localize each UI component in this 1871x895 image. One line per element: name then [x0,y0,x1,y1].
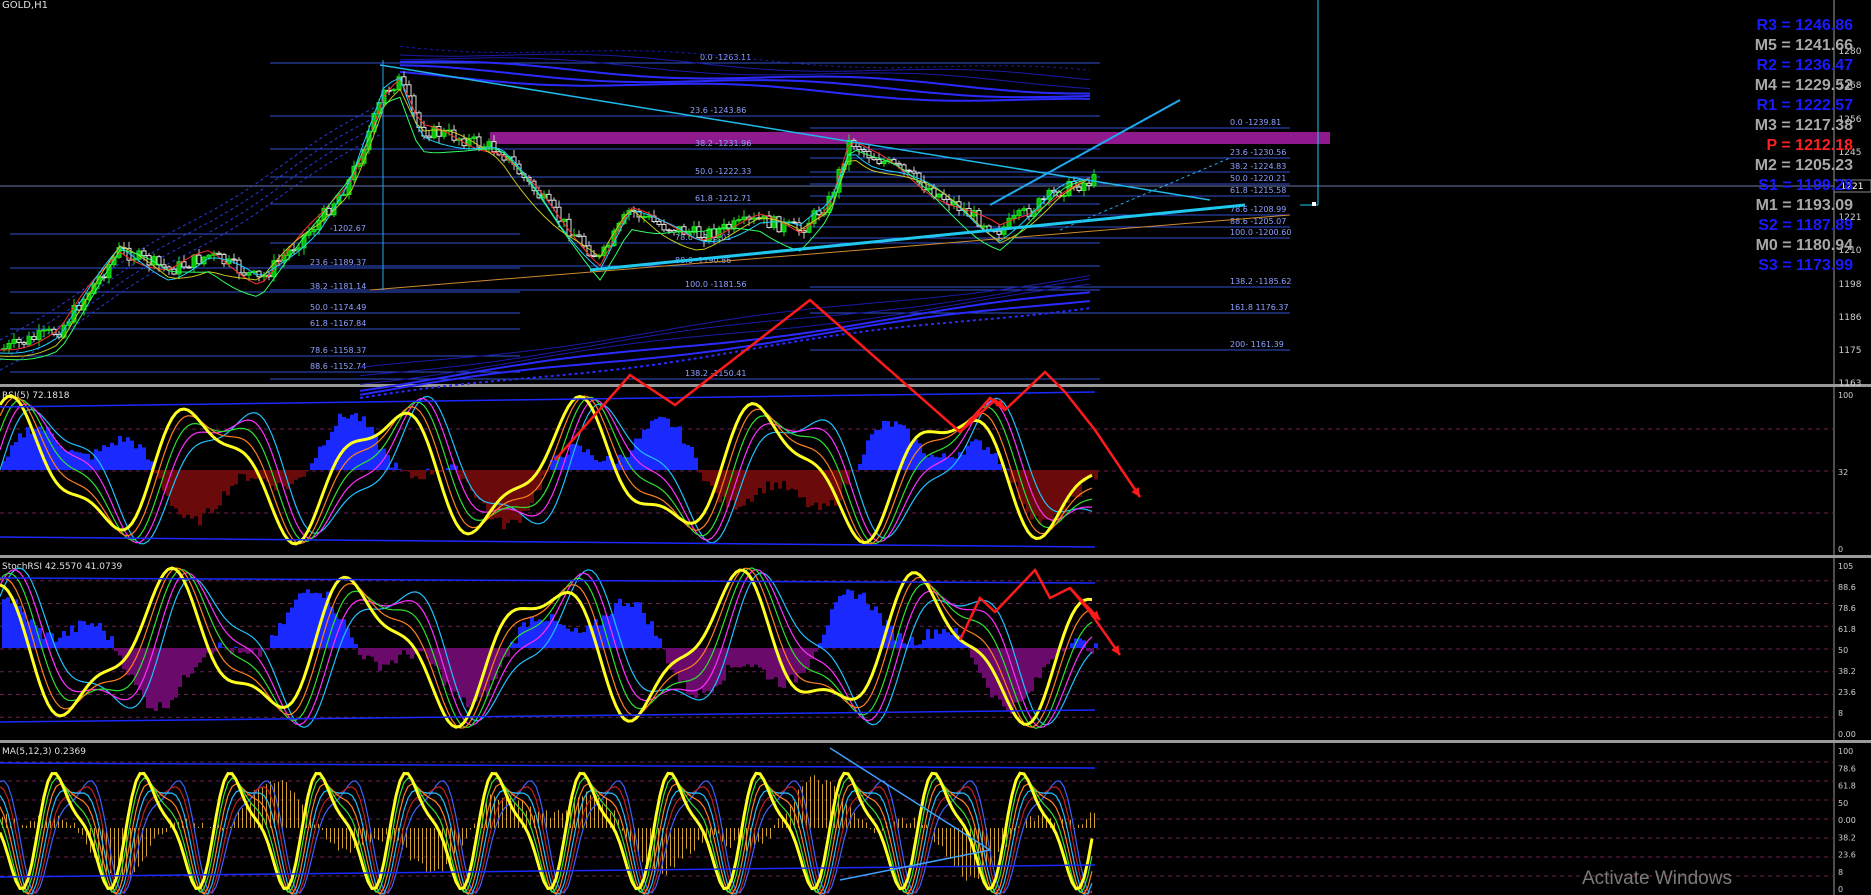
panel-1-tick-1: 88.6 [1838,583,1856,592]
panel-2-tick-1: 78.6 [1838,764,1856,773]
indicator-panels: RSI(5) 72.1818 100320StochRSI 42.5570 41.… [0,391,1856,895]
indicator-title-2: MA(5,12,3) 0.2369 [2,747,86,757]
fib-label-right-2: 38.2 -1224.83 [1230,162,1286,171]
panel-0-tick-2: 0 [1838,545,1843,554]
panel-1-tick-8: 0.00 [1838,730,1856,739]
panel-separator-1 [0,555,1871,558]
fib-label-small-5: 78.6 -1158.37 [310,346,366,355]
upper-band-3 [399,60,1090,95]
price-tick-1198: 1198 [1839,280,1862,290]
panel-2-tick-0: 100 [1838,747,1853,756]
fib-label-right-3: 50.0 -1220.21 [1230,174,1286,183]
envelope-bands [0,46,1091,399]
price-tick-1163: 1163 [1839,379,1862,389]
panel-1-tick-7: 8 [1838,709,1843,718]
panel-2-tick-4: 0.00 [1838,816,1856,825]
panel-2-tick-6: 23.6 [1838,851,1856,860]
lower-band-4 [359,300,1091,396]
trendlines[interactable] [369,0,1319,291]
fib-label-right-10: 200- 1161.39 [1230,340,1284,349]
panel-1-tick-3: 61.8 [1838,625,1856,634]
fib-label-left-4: 61.8 -1212.71 [695,194,751,203]
panel-1-tick-0: 105 [1838,562,1853,571]
pivot-row-m4: M4 = 1229.52 [1754,77,1853,94]
panel-separator-2 [0,740,1871,743]
fib-label-right-8: 138.2 -1185.62 [1230,277,1291,286]
supply-zone [490,132,1330,144]
pivot-row-m3: M3 = 1217.38 [1754,117,1853,134]
pivot-row-r2: R2 = 1236.47 [1756,57,1853,74]
marker-dot [1312,202,1316,206]
pivot-row-m2: M2 = 1205.23 [1754,157,1853,174]
fib-label-left-3: 50.0 -1222.33 [695,167,751,176]
panel-2-tick-7: 8 [1838,868,1843,877]
fib-label-right-1: 23.6 -1230.56 [1230,148,1286,157]
pivot-row-m1: M1 = 1193.09 [1755,197,1853,214]
panel-1-tick-6: 23.6 [1838,688,1856,697]
price-tick-1186: 1186 [1839,313,1862,323]
indicator-panel-0: RSI(5) 72.1818 100320 [0,391,1853,554]
chart-grid [0,0,1871,895]
fib-label-right-0: 0.0 -1239.81 [1230,118,1281,127]
pivot-row-m5: M5 = 1241.66 [1754,37,1853,54]
fib-label-left-7: 100.0 -1181.56 [685,280,746,289]
pivot-row-s3: S3 = 1173.99 [1758,257,1853,274]
panel-2-tick-8: 0 [1838,885,1843,894]
indicator-panel-1: StochRSI 42.5570 41.0739 105 88.6 78.6 61.8 5… [0,562,1856,739]
pivot-row-r3: R3 = 1246.86 [1756,17,1853,34]
pivot-row-s2: S2 = 1187.89 [1758,217,1853,234]
rising-band-1 [0,114,381,351]
panel-2-tick-5: 38.2 [1838,833,1856,842]
pivot-row-s1: S1 = 1199.28 [1758,177,1853,194]
pivot-row-r1: R1 = 1222.57 [1756,97,1853,114]
indicator-title-1: StochRSI 42.5570 41.0739 [2,562,122,572]
panel-0-tick-1: 32 [1838,468,1848,477]
fib-label-small-3: 50.0 -1174.49 [310,303,366,312]
panel-0-tick-0: 100 [1838,391,1853,400]
fib-label-right-9: 161.8 1176.37 [1230,303,1289,312]
price-tick-1175: 1175 [1839,346,1862,356]
price-chart[interactable]: 0.0 -1263.1123.6 -1243.8638.2 -1231.9650… [0,0,1871,895]
moving-average-0 [0,77,1089,351]
trendline-dashed [1059,157,1231,231]
lower-band-1 [359,278,1091,377]
indicator-panel-2: MA(5,12,3) 0.2369 100 78.6 61.8 50 0.00 38.2 23… [0,747,1856,895]
moving-average-2 [0,88,1089,357]
fib-label-right-7: 100.0 -1200.60 [1230,228,1291,237]
panel-1-tick-2: 78.6 [1838,604,1856,613]
panel-2-tick-2: 61.8 [1838,782,1856,791]
panel-2-tick-3: 50 [1838,799,1848,808]
pivot-levels-panel: R3 = 1246.86 M5 = 1241.66 R2 = 1236.47 M4 =… [1713,16,1853,276]
fib-label-small-6: 88.6 -1152.74 [310,362,366,371]
fib-label-small-2: 38.2 -1181.14 [310,282,366,291]
trendline-orange [369,214,1291,291]
panel-1-tick-4: 50 [1838,646,1848,655]
symbol-title: GOLD,H1 [2,0,48,11]
fib-label-right-6: 88.6 -1205.07 [1230,217,1286,226]
fib-label-left-2: 38.2 -1231.96 [695,139,751,148]
fib-label-small-4: 61.8 -1167.84 [310,319,366,328]
pivot-row-m0: M0 = 1180.94 [1755,237,1853,254]
fib-label-left-1: 23.6 -1243.86 [690,106,746,115]
activate-windows-watermark: Activate Windows [1582,868,1732,889]
panel-separator-0 [0,384,1871,387]
pivot-row-p: P = 1212.18 [1766,137,1853,154]
fib-label-small-1: 23.6 -1189.37 [310,258,366,267]
fib-label-small-0: -1202.67 [330,224,366,233]
panel-1-tick-5: 38.2 [1838,667,1856,676]
fib-label-right-4: 61.8 -1215.58 [1230,186,1286,195]
